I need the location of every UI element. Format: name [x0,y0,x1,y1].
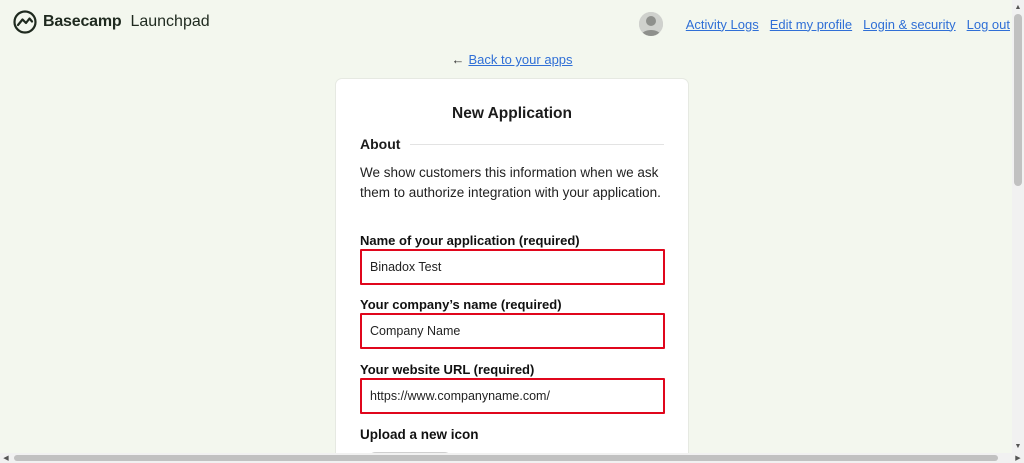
website-url-input[interactable]: https://www.companyname.com/ [360,378,665,414]
section-description: We show customers this information when … [360,165,661,200]
brand-name: Basecamp [43,13,122,30]
scroll-up-icon[interactable]: ▲ [1012,0,1024,14]
new-application-form: New Application About We show customers … [336,79,688,463]
back-link-row: ← Back to your apps [0,52,1024,67]
top-header: Basecamp Launchpad Activity Logs Edit my… [0,0,1012,46]
section-header-about: About [360,136,664,152]
nav-login-security[interactable]: Login & security [863,17,956,32]
section-divider [410,143,664,145]
product-name: Launchpad [130,13,210,30]
section-title: About [360,136,401,152]
basecamp-logo-icon [13,10,37,34]
back-arrow-icon: ← [451,52,465,67]
website-url-label: Your website URL (required) [360,362,535,377]
company-name-input[interactable]: Company Name [360,313,665,349]
app-name-label: Name of your application (required) [360,233,580,248]
vertical-scroll-thumb[interactable] [1014,14,1022,186]
scroll-left-icon[interactable]: ◀ [0,453,12,463]
user-avatar-icon[interactable] [638,12,663,36]
company-name-label: Your company’s name (required) [360,297,562,312]
scroll-right-icon[interactable]: ▶ [1012,453,1024,463]
app-name-input[interactable]: Binadox Test [360,249,665,285]
upload-icon-label: Upload a new icon [360,427,479,442]
nav-edit-profile[interactable]: Edit my profile [770,17,852,32]
brand[interactable]: Basecamp Launchpad [13,10,210,34]
horizontal-scrollbar[interactable]: ◀ ▶ [0,453,1024,463]
nav-activity-logs[interactable]: Activity Logs [686,17,759,32]
nav-log-out[interactable]: Log out [967,17,1010,32]
top-nav: Activity Logs Edit my profile Login & se… [638,12,1010,36]
scroll-down-icon[interactable]: ▼ [1012,439,1024,453]
horizontal-scroll-thumb[interactable] [14,455,998,461]
back-to-apps-link[interactable]: Back to your apps [468,52,572,67]
vertical-scrollbar[interactable]: ▲ ▼ [1012,0,1024,453]
page-title: New Application [452,105,572,122]
